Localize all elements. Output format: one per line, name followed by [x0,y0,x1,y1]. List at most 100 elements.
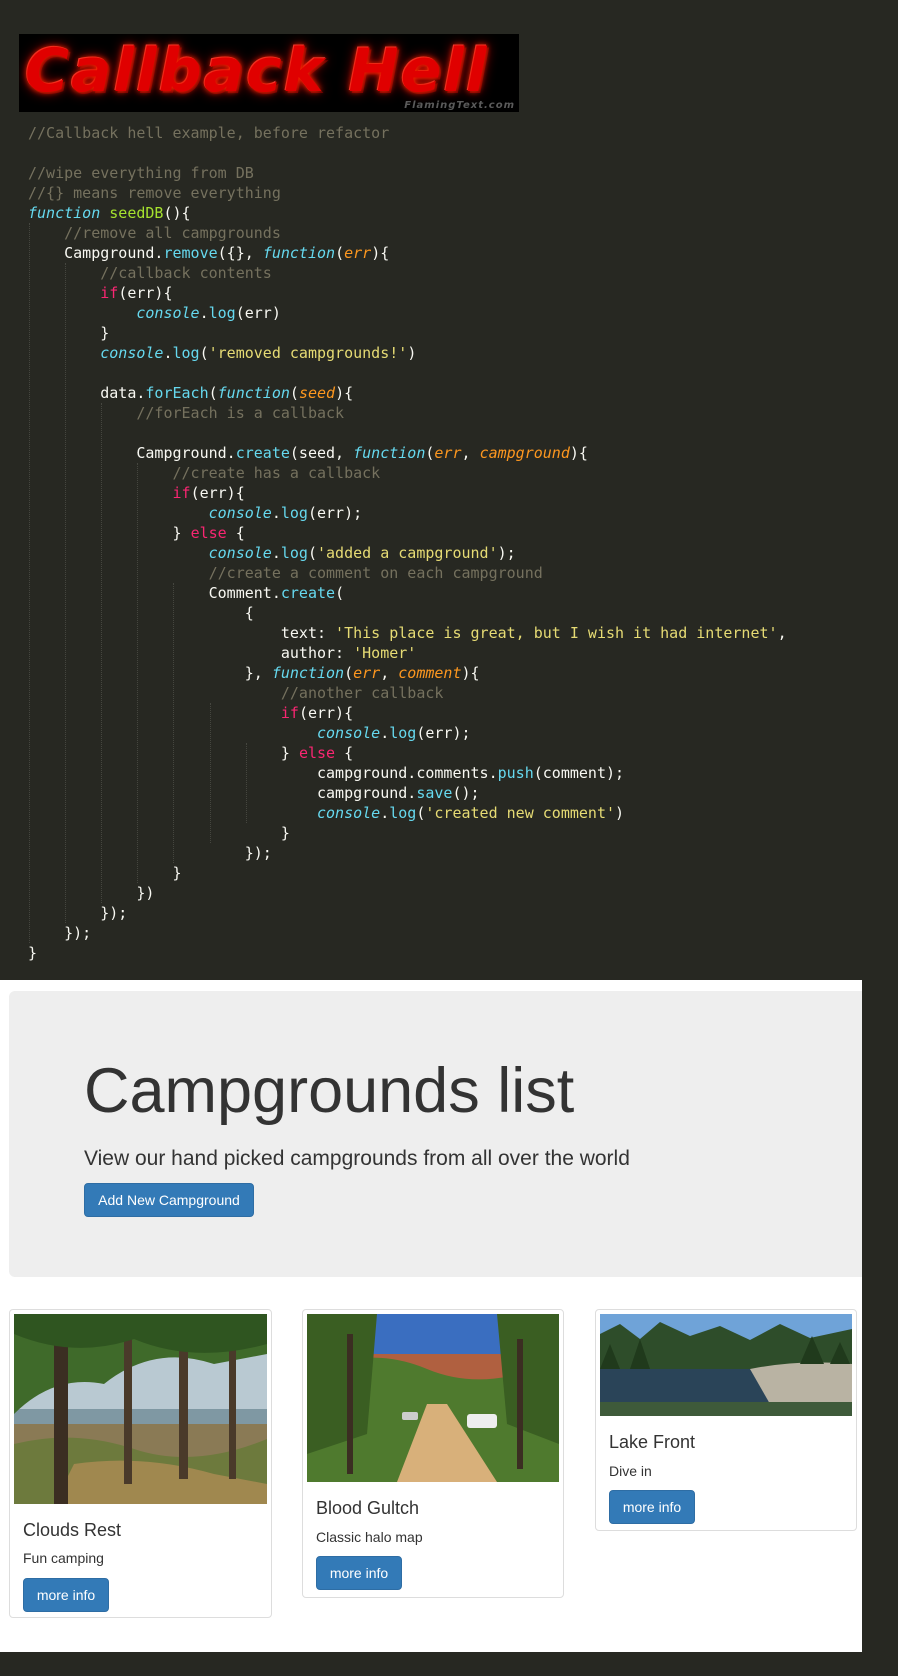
campground-name: Blood Gultch [316,1498,420,1518]
code-token: log [280,544,308,562]
code-token: log [172,344,200,362]
code-token: } [28,864,182,882]
code-token: else [190,524,227,542]
code-token: campground. [28,784,417,802]
code-token: 'removed campgrounds!' [208,344,408,362]
code-line: } else { [28,523,787,543]
more-info-button[interactable]: more info [609,1490,695,1524]
code-token: (err){ [190,484,245,502]
campground-image[interactable] [600,1314,852,1416]
code-line: //callback contents [28,263,787,283]
code-token: console [316,724,381,742]
more-info-button[interactable]: more info [23,1578,109,1612]
code-line: text: 'This place is great, but I wish i… [28,623,787,643]
code-token: if [280,704,299,722]
code-token: campground.comments. [28,764,498,782]
jumbotron: Campgrounds list View our hand picked ca… [9,991,862,1277]
code-token: (err){ [118,284,173,302]
code-token: log [280,504,308,522]
code-token: ( [289,384,299,402]
campground-description: Dive in [609,1463,652,1479]
code-line: { [28,603,787,623]
code-line: if(err){ [28,703,787,723]
code-token: campground [479,444,570,462]
code-token: } [28,324,110,342]
code-line: author: 'Homer' [28,643,787,663]
code-token: remove [163,244,218,262]
code-token: log [208,304,236,322]
code-token: 'added a campground' [317,544,498,562]
campground-description: Classic halo map [316,1529,423,1545]
code-line: campground.comments.push(comment); [28,763,787,783]
campground-name: Lake Front [609,1432,696,1452]
code-block: //Callback hell example, before refactor… [28,123,787,963]
code-line: }, function(err, comment){ [28,663,787,683]
code-token: (err); [416,724,471,742]
code-token: console [100,344,164,362]
code-token: function [217,384,290,402]
campground-image[interactable] [307,1314,559,1482]
more-info-button[interactable]: more info [316,1556,402,1590]
code-line: console.log(err); [28,503,787,523]
code-line: }) [28,883,787,903]
code-line: } [28,943,787,963]
code-token: } [28,744,299,762]
code-token: }); [28,904,128,922]
code-line: console.log(err); [28,723,787,743]
code-line: }); [28,903,787,923]
code-token: Comment. [28,584,281,602]
code-line: Campground.create(seed, function(err, ca… [28,443,787,463]
campground-description: Fun camping [23,1550,104,1566]
code-token: console [316,804,381,822]
code-line: Campground.remove({}, function(err){ [28,243,787,263]
code-token: //create a comment on each campground [208,564,543,582]
code-line: } else { [28,743,787,763]
code-token: log [389,724,417,742]
code-token: 'created new comment' [425,804,616,822]
code-token: author: [28,644,354,662]
add-campground-button[interactable]: Add New Campground [84,1183,254,1217]
code-token: push [497,764,534,782]
code-token: . [380,724,390,742]
code-token: . [271,504,281,522]
code-token: ); [497,544,516,562]
code-token: //remove all campgrounds [64,224,281,242]
campground-card: Clouds Rest Fun camping more info [9,1309,272,1618]
code-line: //Callback hell example, before refactor [28,123,787,143]
code-token: err [344,244,372,262]
code-token: ( [208,384,218,402]
code-token: (err) [235,304,281,322]
code-token: seedDB [109,204,164,222]
code-token: create [280,584,336,602]
code-token: comment [398,664,462,682]
code-token: , [777,624,787,642]
logo-credit: FlamingText.com [404,100,515,111]
code-token: (seed, [289,444,354,462]
code-token: function [28,204,101,222]
code-token: text: [28,624,336,642]
code-line: }); [28,843,787,863]
code-line: //wipe everything from DB [28,163,787,183]
campgrounds-page: Campgrounds list View our hand picked ca… [0,980,862,1652]
campground-image[interactable] [14,1314,267,1504]
code-token: data. [28,384,146,402]
code-token: . [271,544,281,562]
code-token: ( [307,544,317,562]
page-subtitle: View our hand picked campgrounds from al… [84,1147,630,1170]
code-line: console.log('created new comment') [28,803,787,823]
code-token: Campground. [28,444,236,462]
code-line: //create has a callback [28,463,787,483]
code-token: ){ [371,244,390,262]
code-token: (); [452,784,480,802]
code-token: forEach [145,384,209,402]
logo-title: Callback Hell [25,36,489,106]
